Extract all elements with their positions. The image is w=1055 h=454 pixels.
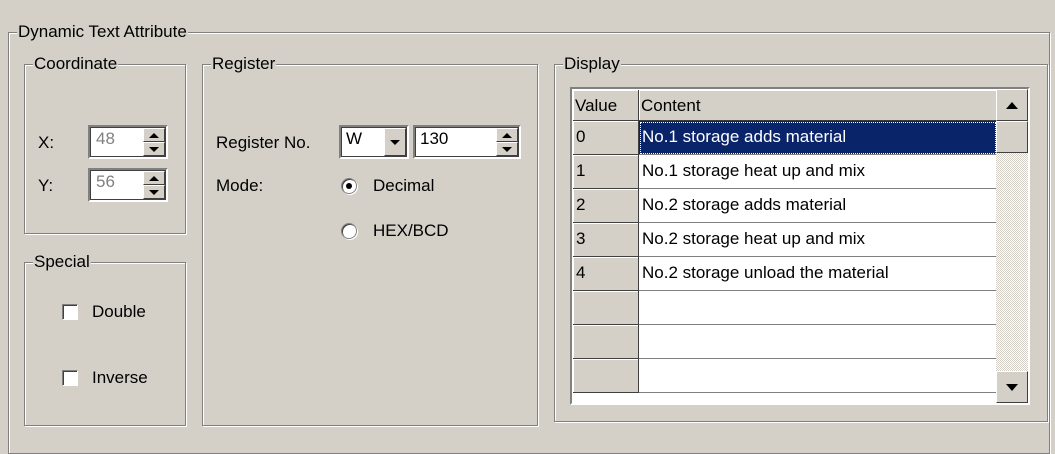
y-spin-buttons[interactable] — [143, 171, 165, 199]
chevron-down-icon[interactable] — [384, 128, 406, 156]
spin-up-icon[interactable] — [143, 171, 165, 185]
double-label[interactable]: Double — [92, 302, 146, 322]
register-title: Register — [211, 54, 277, 74]
register-group: Register — [202, 54, 538, 426]
table-row[interactable]: 3 No.2 storage heat up and mix — [573, 223, 997, 257]
scrollbar-track[interactable] — [996, 153, 1028, 371]
x-spin-buttons[interactable] — [143, 128, 165, 156]
register-type-value: W — [346, 129, 363, 148]
row-value-cell[interactable]: 3 — [573, 223, 639, 257]
column-header-content[interactable]: Content — [639, 90, 997, 121]
x-label: X: — [38, 133, 55, 152]
spin-up-icon[interactable] — [496, 128, 518, 142]
dynamic-text-attribute-title: Dynamic Text Attribute — [17, 22, 188, 42]
spin-down-icon[interactable] — [496, 142, 518, 156]
table-row[interactable] — [573, 359, 997, 393]
spin-up-icon[interactable] — [143, 128, 165, 142]
radio-selected-dot — [346, 183, 352, 189]
table-row[interactable]: 1 No.1 storage heat up and mix — [573, 155, 997, 189]
table-row[interactable] — [573, 325, 997, 359]
inverse-label[interactable]: Inverse — [92, 368, 148, 388]
table-row[interactable]: 0 No.1 storage adds material — [573, 121, 997, 155]
scroll-up-arrow-icon[interactable] — [996, 89, 1028, 121]
display-title: Display — [563, 54, 621, 74]
row-value-cell[interactable] — [573, 359, 639, 393]
display-table[interactable]: Value Content 0 No.1 storage adds materi… — [570, 87, 1030, 405]
row-value-cell[interactable]: 1 — [573, 155, 639, 189]
x-spinbox[interactable]: 48 — [88, 125, 168, 159]
register-number-spinbox[interactable]: 130 — [413, 125, 521, 159]
register-spin-buttons[interactable] — [496, 128, 518, 156]
row-value-cell[interactable] — [573, 291, 639, 325]
row-value-cell[interactable]: 4 — [573, 257, 639, 291]
y-spinbox[interactable]: 56 — [88, 168, 168, 202]
register-number-value: 130 — [420, 129, 449, 148]
row-value-cell[interactable]: 0 — [573, 121, 639, 155]
y-value: 56 — [96, 172, 115, 191]
mode-hex-bcd-label[interactable]: HEX/BCD — [373, 221, 449, 241]
row-content-cell[interactable]: No.2 storage heat up and mix — [639, 223, 997, 257]
mode-decimal-label[interactable]: Decimal — [373, 176, 434, 196]
spin-down-icon[interactable] — [143, 185, 165, 199]
register-no-label: Register No. — [216, 133, 311, 152]
table-row[interactable] — [573, 291, 997, 325]
scroll-down-arrow-icon[interactable] — [996, 371, 1028, 403]
double-checkbox[interactable] — [62, 304, 78, 320]
table-row[interactable]: 2 No.2 storage adds material — [573, 189, 997, 223]
mode-hex-bcd-radio[interactable] — [341, 223, 357, 239]
coordinate-title: Coordinate — [33, 54, 119, 74]
vertical-scrollbar[interactable] — [996, 89, 1028, 403]
row-value-cell[interactable]: 2 — [573, 189, 639, 223]
row-content-cell[interactable]: No.2 storage adds material — [639, 189, 997, 223]
row-content-cell[interactable] — [639, 359, 997, 393]
column-header-value[interactable]: Value — [573, 90, 639, 121]
y-label: Y: — [38, 176, 54, 195]
special-title: Special — [33, 252, 91, 272]
inverse-checkbox[interactable] — [62, 370, 78, 386]
scrollbar-thumb[interactable] — [996, 121, 1028, 153]
x-value: 48 — [96, 129, 115, 148]
row-content-cell[interactable]: No.1 storage adds material — [639, 121, 997, 155]
register-type-dropdown[interactable]: W — [339, 125, 409, 159]
row-content-cell[interactable]: No.2 storage unload the material — [639, 257, 997, 291]
special-group: Special — [24, 252, 186, 426]
mode-decimal-radio[interactable] — [341, 178, 357, 194]
row-content-cell[interactable]: No.1 storage heat up and mix — [639, 155, 997, 189]
mode-label: Mode: — [216, 176, 264, 195]
table-row[interactable]: 4 No.2 storage unload the material — [573, 257, 997, 291]
row-content-cell[interactable] — [639, 325, 997, 359]
spin-down-icon[interactable] — [143, 142, 165, 156]
row-value-cell[interactable] — [573, 325, 639, 359]
row-content-cell[interactable] — [639, 291, 997, 325]
